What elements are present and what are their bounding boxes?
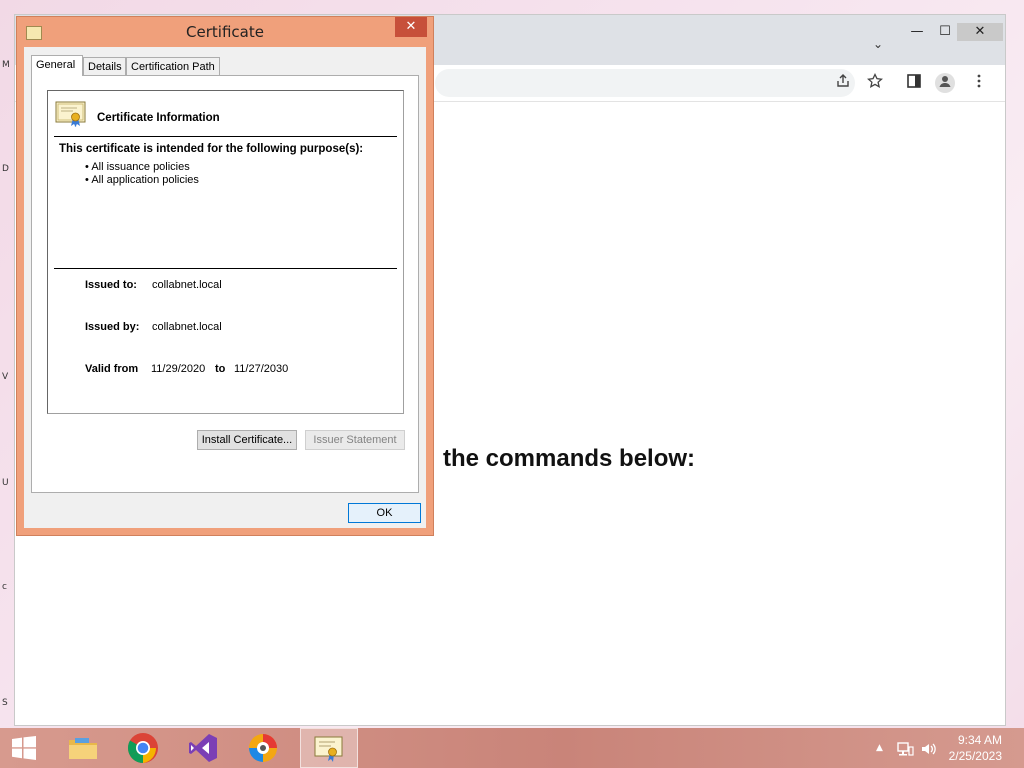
- tray-expand-icon[interactable]: ▲: [876, 728, 883, 768]
- taskbar-clock[interactable]: 9:34 AM 2/25/2023: [949, 732, 1002, 764]
- desktop-letter: c: [2, 582, 7, 592]
- desktop-edge-icons: M D V U c S: [0, 0, 14, 728]
- issuer-statement-button[interactable]: Issuer Statement: [305, 430, 405, 450]
- taskbar: ▲ 9:34 AM 2/25/2023: [0, 728, 1024, 768]
- dialog-close-button[interactable]: ✕: [395, 17, 427, 37]
- network-icon[interactable]: [896, 728, 914, 768]
- chrome-button[interactable]: [116, 728, 170, 768]
- clock-time: 9:34 AM: [957, 733, 1002, 747]
- browser-close-button[interactable]: ✕: [957, 23, 1003, 41]
- certificate-icon: [314, 736, 343, 762]
- visual-studio-icon: [189, 734, 217, 762]
- dialog-titlebar[interactable]: Certificate ✕: [17, 17, 433, 47]
- visual-studio-button[interactable]: [176, 728, 230, 768]
- star-icon[interactable]: [865, 72, 885, 93]
- valid-to-value: 11/27/2030: [234, 363, 289, 375]
- folder-icon: [69, 738, 97, 759]
- issued-by-value: collabnet.local: [152, 321, 222, 333]
- divider: [54, 268, 397, 269]
- tab-general[interactable]: General: [31, 55, 83, 76]
- certificate-dialog: Certificate ✕ General Details Certificat…: [16, 16, 434, 536]
- list-item: All application policies: [85, 174, 199, 187]
- certificate-app-button[interactable]: [300, 728, 358, 768]
- dialog-body: General Details Certification Path Certi…: [24, 47, 426, 528]
- page-heading-fragment: the commands below:: [443, 445, 696, 472]
- desktop-letter: D: [2, 164, 9, 174]
- general-tab-panel: Certificate Information This certificate…: [31, 75, 419, 493]
- divider: [54, 136, 397, 137]
- valid-from-label: Valid from: [85, 363, 139, 375]
- browser-app-button[interactable]: [236, 728, 290, 768]
- issued-by-label: Issued by:: [85, 321, 140, 333]
- chrome-icon: [127, 733, 158, 763]
- valid-from-value: 11/29/2020: [151, 363, 206, 375]
- desktop-letter: S: [2, 698, 8, 708]
- install-certificate-button[interactable]: Install Certificate...: [197, 430, 297, 450]
- windows-logo-icon: [12, 736, 36, 760]
- issued-to-label: Issued to:: [85, 279, 137, 291]
- ok-button[interactable]: OK: [348, 503, 421, 523]
- desktop-letter: U: [2, 478, 9, 488]
- valid-to-label: to: [215, 363, 226, 375]
- maximize-button[interactable]: ☐: [931, 23, 959, 41]
- minimize-button[interactable]: —: [903, 23, 931, 41]
- tab-certification-path[interactable]: Certification Path: [126, 57, 220, 75]
- purpose-list: All issuance policies All application po…: [85, 161, 199, 187]
- info-title: Certificate Information: [97, 112, 220, 124]
- start-button[interactable]: [0, 728, 48, 768]
- desktop-letter: M: [2, 60, 10, 70]
- list-item: All issuance policies: [85, 161, 199, 174]
- menu-icon[interactable]: [969, 73, 989, 93]
- desktop-letter: V: [2, 372, 9, 382]
- sidepanel-icon[interactable]: [904, 73, 924, 93]
- clock-date: 2/25/2023: [948, 749, 1002, 763]
- file-explorer-button[interactable]: [56, 728, 110, 768]
- share-icon[interactable]: [833, 73, 853, 93]
- address-bar[interactable]: [435, 69, 855, 97]
- certificate-info-box: Certificate Information This certificate…: [47, 90, 404, 414]
- purpose-heading: This certificate is intended for the fol…: [59, 143, 364, 155]
- certificate-icon: [55, 101, 86, 127]
- dialog-title: Certificate: [186, 23, 264, 41]
- issued-to-value: collabnet.local: [152, 279, 222, 291]
- tab-search-chevron-icon[interactable]: ⌄: [873, 37, 883, 51]
- volume-icon[interactable]: [920, 728, 938, 768]
- tab-details[interactable]: Details: [83, 57, 126, 75]
- browser-app-icon: [249, 734, 277, 762]
- profile-icon[interactable]: [935, 73, 955, 93]
